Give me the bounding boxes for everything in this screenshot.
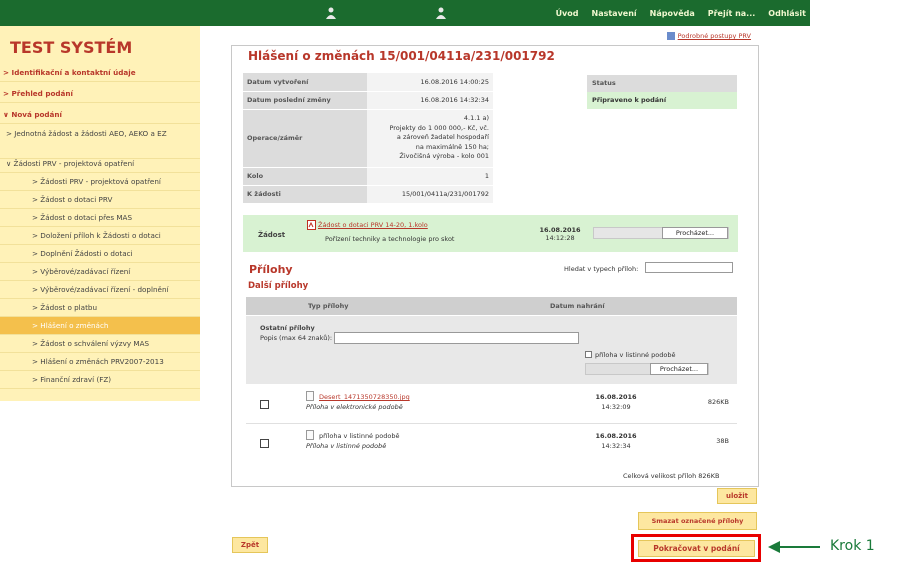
sidebar-item-doplneni-zadosti[interactable]: > Doplnění Žádosti o dotaci: [0, 245, 200, 263]
attachment-type: Příloha v elektronické podobě: [306, 403, 403, 411]
sidebar-item-financni-zdravi[interactable]: > Finanční zdraví (FZ): [0, 371, 200, 389]
info-label: Datum vytvoření: [243, 73, 367, 92]
attachment-file-input[interactable]: Procházet...: [585, 363, 709, 375]
new-attachment-row: Ostatní přílohy Popis (max 64 znaků): př…: [246, 316, 737, 384]
save-button[interactable]: uložit: [717, 488, 757, 504]
attachment-date: 16.08.2016: [595, 432, 637, 440]
popis-input[interactable]: [334, 332, 579, 344]
sidebar-item-hlaseni-o-zmenach[interactable]: > Hlášení o změnách: [0, 317, 200, 335]
arrow-left-icon: [768, 541, 820, 553]
sidebar-item-zadost-o-platbu[interactable]: > Žádost o platbu: [0, 299, 200, 317]
zadost-description: Pořízení techniky a technologie pro skot: [325, 235, 455, 243]
dalsi-prilohy-title: Další přílohy: [248, 281, 309, 291]
sidebar-item-hlaseni-prv2007[interactable]: > Hlášení o změnách PRV2007-2013: [0, 353, 200, 371]
total-size: Celková velikost příloh 826KB: [623, 472, 720, 480]
zadost-time: 14:12:28: [545, 234, 575, 242]
operace-line: Projekty do 1 000 000,- Kč, vč.: [389, 123, 489, 132]
page-title: Hlášení o změnách 15/001/0411a/231/00179…: [248, 49, 555, 63]
popis-label: Popis (max 64 znaků):: [260, 334, 333, 342]
info-label: K žádosti: [243, 185, 367, 204]
highlight-box: [631, 534, 761, 562]
zadost-label: Žádost: [258, 231, 286, 239]
zadost-date: 16.08.2016: [539, 226, 581, 234]
attachment-size: 38B: [716, 437, 729, 445]
paper-attachment-label: příloha v listinné podobě: [595, 351, 676, 359]
sidebar-item-dolozeni-priloh[interactable]: > Doložení příloh k Žádosti o dotaci: [0, 227, 200, 245]
system-title: TEST SYSTÉM: [10, 38, 133, 57]
nav-nastaveni[interactable]: Nastavení: [592, 9, 637, 18]
info-value: 16.08.2016 14:32:34: [367, 91, 493, 110]
status-header: Status: [587, 75, 737, 92]
attachment-time: 14:32:34: [601, 442, 631, 450]
info-value: 15/001/0411a/231/001792: [367, 185, 493, 204]
zadost-browse-button[interactable]: Procházet...: [662, 227, 728, 239]
sidebar-item-zadost-o-dotaci-prv[interactable]: > Žádost o dotaci PRV: [0, 191, 200, 209]
attachments-header: Typ přílohy Datum nahrání: [246, 297, 737, 315]
attachment-name: příloha v listinné podobě: [319, 432, 400, 440]
nav-uvod[interactable]: Úvod: [556, 9, 579, 18]
sidebar-item-vyberove-rizeni[interactable]: > Výběrové/zadávací řízení: [0, 263, 200, 281]
attachment-browse-button[interactable]: Procházet...: [650, 363, 708, 375]
info-label: Kolo: [243, 167, 367, 186]
search-input[interactable]: [645, 262, 733, 273]
table-row: Desert_1471350728350.jpg Příloha v elekt…: [246, 386, 737, 424]
file-icon: [306, 430, 314, 440]
sidebar-item-vyberove-rizeni-doplneni[interactable]: > Výběrové/zadávací řízení - doplnění: [0, 281, 200, 299]
sidebar-item-nova-podani[interactable]: ∨ Nová podání: [0, 106, 200, 124]
file-icon: [306, 391, 314, 401]
attachment-date: 16.08.2016: [595, 393, 637, 401]
info-label: Datum poslední změny: [243, 91, 367, 110]
sidebar-item-zadost-pres-mas[interactable]: > Žádost o dotaci přes MAS: [0, 209, 200, 227]
sidebar-item-zadosti-prv[interactable]: > Žádosti PRV - projektová opatření: [0, 173, 200, 191]
sidebar-item-zadosti-prv-group[interactable]: ∨ Žádosti PRV - projektová opatření: [0, 155, 200, 173]
paper-attachment-checkbox[interactable]: [585, 351, 592, 358]
status-box: Status Připraveno k podání: [587, 75, 737, 109]
zadost-file-link[interactable]: Žádost o dotaci PRV 14-20, 1.kolo: [318, 221, 428, 229]
row-checkbox[interactable]: [260, 400, 269, 409]
nav-napoveda[interactable]: Nápověda: [650, 9, 695, 18]
sidebar-item-schvaleni-vyzvy-mas[interactable]: > Žádost o schválení výzvy MAS: [0, 335, 200, 353]
info-label: Operace/záměr: [243, 109, 367, 168]
col-typ-prilohy: Typ přílohy: [308, 302, 349, 310]
ostatni-prilohy-label: Ostatní přílohy: [260, 324, 315, 332]
zadost-row: Žádost Žádost o dotaci PRV 14-20, 1.kolo…: [243, 215, 738, 252]
attachment-size: 826KB: [707, 398, 729, 406]
operace-line: a zároveň žadatel hospodaří: [396, 133, 489, 142]
sidebar-item-identifikacni-udaje[interactable]: > Identifikační a kontaktní údaje: [0, 64, 200, 82]
status-badge: Připraveno k podání: [587, 92, 737, 109]
nav-prejit-na[interactable]: Přejít na...: [708, 9, 756, 18]
search-label: Hledat v typech příloh:: [564, 265, 639, 273]
step-label: Krok 1: [830, 538, 875, 554]
col-datum-nahrani: Datum nahrání: [550, 302, 605, 310]
delete-selected-button[interactable]: Smazat označené přílohy: [638, 512, 757, 530]
user-icon[interactable]: [326, 7, 336, 19]
top-bar: Úvod Nastavení Nápověda Přejít na... Odh…: [0, 0, 810, 26]
zadost-file-input[interactable]: Procházet...: [593, 227, 729, 239]
attachment-time: 14:32:09: [601, 403, 631, 411]
operace-line: Živočišná výroba - kolo 001: [399, 152, 489, 161]
help-link-label[interactable]: Podrobné postupy PRV: [678, 32, 751, 40]
document-icon: [666, 32, 675, 40]
nav-odhlasit[interactable]: Odhlásit: [768, 9, 806, 18]
top-nav: Úvod Nastavení Nápověda Přejít na... Odh…: [543, 9, 806, 18]
sidebar-item-jednotna-zadost[interactable]: > Jednotná žádost a žádosti AEO, AEKO a …: [0, 125, 200, 159]
prilohy-title: Přílohy: [249, 263, 293, 276]
info-value: 16.08.2016 14:00:25: [367, 73, 493, 92]
info-table: Datum vytvoření 16.08.2016 14:00:25 Datu…: [243, 73, 493, 204]
attachment-type: Příloha v listinné podobě: [306, 442, 387, 450]
table-row: příloha v listinné podobě Příloha v list…: [246, 425, 737, 463]
sidebar-item-prehled-podani[interactable]: > Přehled podání: [0, 85, 200, 103]
back-button[interactable]: Zpět: [232, 537, 268, 553]
operace-line: na maximálně 150 ha;: [415, 142, 489, 151]
operace-line: 4.1.1 a): [463, 114, 489, 123]
attachment-file-link[interactable]: Desert_1471350728350.jpg: [319, 393, 410, 401]
info-value-operace: 4.1.1 a) Projekty do 1 000 000,- Kč, vč.…: [367, 109, 493, 168]
row-checkbox[interactable]: [260, 439, 269, 448]
organization-icon[interactable]: [436, 7, 446, 19]
help-link[interactable]: Podrobné postupy PRV: [666, 32, 751, 40]
pdf-icon: [307, 220, 316, 230]
info-value: 1: [367, 167, 493, 186]
